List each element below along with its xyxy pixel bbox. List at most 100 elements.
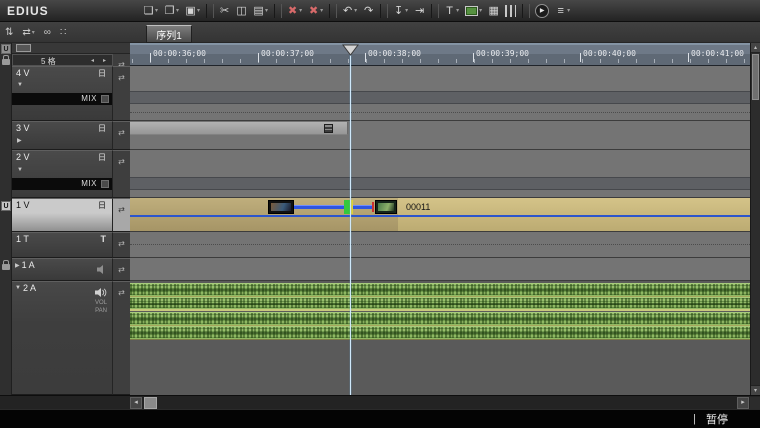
track-link-toggle[interactable]: ⇄ xyxy=(113,258,130,281)
cut-button[interactable]: ✂ xyxy=(216,1,233,21)
track-header-main[interactable]: 2 V 日 ▼ MIX xyxy=(12,150,113,198)
video-part-icon[interactable]: 日 xyxy=(98,68,106,79)
track-header-main[interactable]: 1 V 日 xyxy=(12,198,113,232)
video-part-icon[interactable]: 日 xyxy=(98,152,106,163)
sequence-tab[interactable]: 序列1 xyxy=(146,25,192,43)
track-header-4v[interactable]: 4 V 日 ▼ MIX ⇄ xyxy=(12,66,130,121)
ruler-link-toggle[interactable]: ⇄ xyxy=(113,54,130,66)
dropdown-arrow-icon[interactable]: ▾ xyxy=(567,7,570,14)
menu-button[interactable]: ≡▾ xyxy=(552,1,573,21)
paste-button[interactable]: ▤▾ xyxy=(250,1,271,21)
track-link-toggle[interactable]: ⇄ xyxy=(113,281,130,395)
grid-button[interactable]: ▦ xyxy=(485,1,502,21)
pan-label[interactable]: PAN xyxy=(95,307,107,315)
video-part-icon[interactable]: 日 xyxy=(98,123,106,134)
horizontal-scrollbar[interactable]: ◂ ▸ xyxy=(0,395,760,409)
expander-icon[interactable]: ▶ xyxy=(15,262,20,269)
expander-icon[interactable]: ▼ xyxy=(15,285,21,291)
timeline-ruler[interactable]: 00:00:36;00 00:00:37;00 00:00:38;00 00:0… xyxy=(130,43,760,66)
track-header-main[interactable]: 1 T T xyxy=(12,232,113,258)
clip-effect-icon[interactable] xyxy=(324,124,333,133)
dropdown-arrow-icon[interactable]: ▾ xyxy=(405,7,408,14)
track-header-main[interactable]: ▼ 2 A VOL PAN xyxy=(12,281,113,395)
vertical-scroll-thumb[interactable] xyxy=(752,54,759,100)
speaker-muted-icon[interactable] xyxy=(97,261,108,279)
dropdown-arrow-icon[interactable]: ▾ xyxy=(32,29,35,36)
save-project-button[interactable]: ▣▾ xyxy=(182,1,203,21)
delete-button[interactable]: ✖▾ xyxy=(284,1,305,21)
dropdown-arrow-icon[interactable]: ▾ xyxy=(299,7,302,14)
audio-waveform-clip[interactable] xyxy=(130,283,760,340)
ripple-delete-button[interactable]: ✖▾ xyxy=(305,1,326,21)
sync-lock-button[interactable]: ∞ xyxy=(44,25,51,40)
track-header-2a[interactable]: ▼ 2 A VOL PAN ⇄ xyxy=(12,281,130,395)
track-1v-timeline[interactable]: 00011 xyxy=(130,198,760,232)
redo-button[interactable]: ↷ xyxy=(360,1,377,21)
track-header-1t[interactable]: 1 T T ⇄ xyxy=(12,232,130,258)
timeline-clip-1v[interactable] xyxy=(268,200,398,214)
horizontal-scroll-thumb[interactable] xyxy=(144,397,157,409)
track-1t-timeline[interactable] xyxy=(130,232,760,258)
track-2a-timeline[interactable] xyxy=(130,281,760,395)
audio-mixer-button[interactable] xyxy=(502,1,519,21)
mix-strip[interactable] xyxy=(130,91,760,104)
mix-strip[interactable] xyxy=(130,177,760,190)
selected-track-indicator[interactable]: U xyxy=(1,201,11,211)
dropdown-arrow-icon[interactable]: ▾ xyxy=(176,7,179,14)
edit-mode-button[interactable]: ⇄▾ xyxy=(22,25,34,40)
copy-button[interactable]: ◫ xyxy=(233,1,250,21)
mix-toggle-box[interactable] xyxy=(101,180,109,188)
scroll-right-arrow-icon[interactable]: ▸ xyxy=(737,397,749,409)
expander-icon[interactable]: ▶ xyxy=(17,137,22,144)
mix-row[interactable]: MIX xyxy=(12,93,112,105)
video-layout-button[interactable]: ▾ xyxy=(462,1,485,21)
track-header-1v-selected[interactable]: 1 V 日 ⇄ xyxy=(12,198,130,232)
track-header-main[interactable]: 4 V 日 ▼ MIX xyxy=(12,66,113,121)
open-project-button[interactable]: ❐▾ xyxy=(161,1,182,21)
track-4v-timeline[interactable] xyxy=(130,66,760,121)
title-part-icon[interactable]: T xyxy=(101,234,107,244)
lock-icon[interactable] xyxy=(2,59,10,65)
track-header-main[interactable]: ▶ 1 A xyxy=(12,258,113,281)
track-2v-timeline[interactable] xyxy=(130,150,760,198)
dropdown-arrow-icon[interactable]: ▾ xyxy=(354,7,357,14)
mixer-rubber-band-line[interactable] xyxy=(130,215,760,217)
zoom-in-arrow-icon[interactable]: ▸ xyxy=(103,57,106,64)
dropdown-arrow-icon[interactable]: ▾ xyxy=(155,7,158,14)
track-3v-timeline[interactable] xyxy=(130,121,760,150)
track-link-toggle[interactable]: ⇄ xyxy=(113,150,130,198)
expander-icon[interactable]: ▼ xyxy=(17,82,23,88)
undo-button[interactable]: ↶▾ xyxy=(339,1,360,21)
scroll-up-arrow-icon[interactable]: ▴ xyxy=(751,43,760,53)
vol-label[interactable]: VOL xyxy=(95,299,107,307)
play-button[interactable]: ▶ xyxy=(532,1,552,21)
track-link-toggle[interactable]: ⇄ xyxy=(113,66,130,121)
track-link-toggle[interactable]: ⇄ xyxy=(113,121,130,150)
track-group-indicator[interactable]: U xyxy=(1,44,11,54)
track-header-1a[interactable]: ▶ 1 A ⇄ xyxy=(12,258,130,281)
dropdown-arrow-icon[interactable]: ▾ xyxy=(456,7,459,14)
scroll-left-arrow-icon[interactable]: ◂ xyxy=(130,397,142,409)
vertical-scrollbar[interactable]: ▴ ▾ xyxy=(750,43,760,395)
scroll-down-arrow-icon[interactable]: ▾ xyxy=(751,385,760,395)
mix-toggle-box[interactable] xyxy=(101,95,109,103)
playhead-marker[interactable] xyxy=(342,43,359,61)
playhead-line[interactable] xyxy=(350,49,351,395)
add-cut-point-button[interactable]: ↧▾ xyxy=(390,1,411,21)
dropdown-arrow-icon[interactable]: ▾ xyxy=(197,7,200,14)
timeline-options-icon[interactable] xyxy=(16,44,31,52)
mix-row[interactable]: MIX xyxy=(12,178,112,190)
dropdown-arrow-icon[interactable]: ▾ xyxy=(320,7,323,14)
track-header-main[interactable]: 3 V 日 ▶ xyxy=(12,121,113,150)
zoom-out-arrow-icon[interactable]: ◂ xyxy=(91,57,94,64)
track-height-button[interactable]: ⇅ xyxy=(5,25,13,40)
dropdown-arrow-icon[interactable]: ▾ xyxy=(265,7,268,14)
new-sequence-button[interactable]: ❏▾ xyxy=(140,1,161,21)
track-link-toggle[interactable]: ⇄ xyxy=(113,198,130,232)
options-button[interactable]: ∷ xyxy=(60,25,66,40)
video-part-icon[interactable]: 日 xyxy=(98,200,106,211)
dropdown-arrow-icon[interactable]: ▾ xyxy=(479,7,482,14)
audio-lock-icon[interactable] xyxy=(2,264,10,270)
track-header-2v[interactable]: 2 V 日 ▼ MIX ⇄ xyxy=(12,150,130,198)
track-link-toggle[interactable]: ⇄ xyxy=(113,232,130,258)
